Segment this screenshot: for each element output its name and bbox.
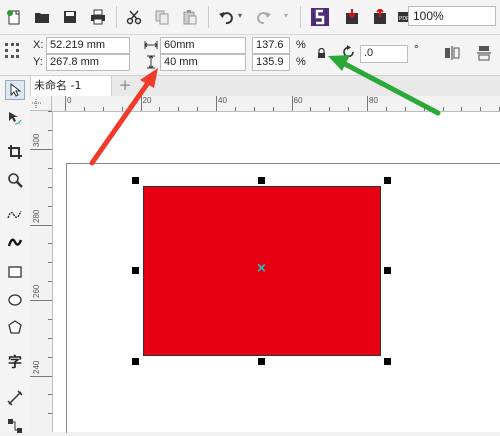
red-arrow	[89, 68, 158, 166]
annotation-arrows	[89, 55, 441, 166]
green-arrow	[328, 55, 441, 116]
